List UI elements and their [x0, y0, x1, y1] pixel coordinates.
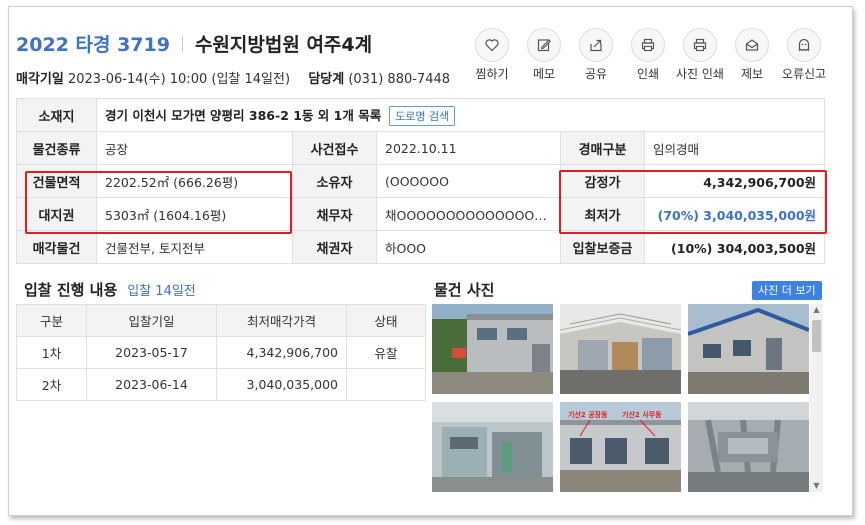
favorite-button[interactable]: 찜하기 — [466, 28, 518, 82]
creditor-label: 채권자 — [292, 230, 377, 264]
photo-print-icon — [693, 38, 707, 52]
mail-icon — [745, 39, 759, 51]
building-area-label: 건물면적 — [16, 164, 97, 198]
case-received-label: 사건접수 — [292, 131, 377, 165]
bid-history-table: 구분 입찰기일 최저매각가격 상태 1차 2023-05-17 4,342,90… — [16, 304, 426, 401]
action-bar: 찜하기 메모 공유 인쇄 사진 인쇄 제보 오류신고 — [466, 28, 830, 82]
bid-date: 2023-06-14 — [86, 368, 217, 401]
sale-item-value: 건물전부, 토지전부 — [96, 230, 293, 264]
bid-status — [346, 368, 426, 401]
bid-round: 1차 — [16, 336, 87, 369]
photo-print-button[interactable]: 사진 인쇄 — [674, 28, 726, 82]
property-photo-3[interactable] — [688, 304, 809, 394]
table-row: 대지권 5303㎡ (1604.16평) 채무자 채OOOOOOOOOOOOOO… — [16, 197, 826, 231]
scroll-up-icon[interactable]: ▲ — [810, 304, 823, 316]
minimum-price-value: (70%) 3,040,035,000원 — [643, 197, 826, 231]
auction-type-value: 임의경매 — [643, 131, 826, 165]
column-header-status: 상태 — [346, 304, 426, 337]
table-header-row: 구분 입찰기일 최저매각가격 상태 — [16, 304, 426, 337]
scroll-down-icon[interactable]: ▼ — [810, 480, 823, 492]
property-type-value: 공장 — [96, 131, 293, 165]
bid-status: 유찰 — [346, 336, 426, 369]
property-type-label: 물건종류 — [16, 131, 97, 165]
table-row: 소재지 경기 이천시 모가면 양평리 386-2 1동 외 1개 목록 도로명 … — [16, 98, 826, 132]
debtor-label: 채무자 — [292, 197, 377, 231]
location-label: 소재지 — [16, 98, 97, 132]
photo-section-title: 물건 사진 — [434, 281, 495, 299]
owner-value: (OOOOOO — [376, 164, 561, 198]
location-value: 경기 이천시 모가면 양평리 386-2 1동 외 1개 목록 — [105, 107, 382, 123]
property-photo-1[interactable] — [432, 304, 553, 394]
share-icon — [590, 39, 602, 52]
road-address-search-button[interactable]: 도로명 검색 — [389, 105, 456, 126]
property-photo-2[interactable] — [560, 304, 681, 394]
share-button[interactable]: 공유 — [570, 28, 622, 82]
bid-progress-title: 입찰 진행 내용 입찰 14일전 — [24, 281, 196, 299]
heart-icon — [485, 39, 499, 52]
dept-label: 담당계 — [308, 72, 345, 87]
photo-scrollbar[interactable]: ▲ ▼ — [810, 304, 823, 492]
sale-item-label: 매각물건 — [16, 230, 97, 264]
report-button[interactable]: 제보 — [726, 28, 778, 82]
bid-price: 4,342,906,700 — [216, 336, 347, 369]
table-row: 건물면적 2202.52㎡ (666.26평) 소유자 (OOOOOO 감정가 … — [16, 164, 826, 198]
bid-deposit-label: 입찰보증금 — [560, 230, 645, 264]
bid-price: 3,040,035,000 — [216, 368, 347, 401]
court-name: 수원지방법원 여주4계 — [194, 34, 373, 56]
column-header-date: 입찰기일 — [86, 304, 217, 337]
error-report-button[interactable]: 오류신고 — [778, 28, 830, 82]
table-row: 1차 2023-05-17 4,342,906,700 유찰 — [16, 336, 426, 369]
title-row: 2022 타경 3719 수원지방법원 여주4계 — [16, 30, 372, 57]
scroll-thumb[interactable] — [812, 320, 821, 352]
property-photo-6[interactable] — [688, 402, 809, 492]
case-number[interactable]: 2022 타경 3719 — [16, 30, 170, 57]
column-header-round: 구분 — [16, 304, 87, 337]
print-button[interactable]: 인쇄 — [622, 28, 674, 82]
dept-phone: (031) 880-7448 — [348, 72, 451, 87]
property-info-table: 소재지 경기 이천시 모가면 양평리 386-2 1동 외 1개 목록 도로명 … — [16, 98, 826, 264]
land-rights-label: 대지권 — [16, 197, 97, 231]
print-icon — [641, 38, 655, 52]
photo-grid: 기산2 공장동 기산2 사무동 — [432, 304, 809, 492]
sale-date-value: 2023-06-14(수) 10:00 (입찰 14일전) — [67, 72, 291, 87]
auction-type-label: 경매구분 — [560, 131, 645, 165]
table-row: 물건종류 공장 사건접수 2022.10.11 경매구분 임의경매 — [16, 131, 826, 165]
photo-label-office: 기산2 사무동 — [622, 410, 662, 419]
property-photo-5[interactable]: 기산2 공장동 기산2 사무동 — [560, 402, 681, 492]
ghost-icon — [798, 38, 810, 52]
column-header-price: 최저매각가격 — [216, 304, 347, 337]
bid-date: 2023-05-17 — [86, 336, 217, 369]
memo-icon — [537, 39, 551, 52]
table-row: 2차 2023-06-14 3,040,035,000 — [16, 368, 426, 401]
bid-countdown: 입찰 14일전 — [127, 284, 196, 299]
memo-button[interactable]: 메모 — [518, 28, 570, 82]
sale-info-row: 매각기일 2023-06-14(수) 10:00 (입찰 14일전) 담당계 (… — [16, 68, 450, 87]
building-area-value: 2202.52㎡ (666.26평) — [96, 164, 293, 198]
bid-round: 2차 — [16, 368, 87, 401]
debtor-value: 채OOOOOOOOOOOOOOOOO — [376, 197, 561, 231]
location-cell: 경기 이천시 모가면 양평리 386-2 1동 외 1개 목록 도로명 검색 — [95, 98, 826, 132]
minimum-price-label: 최저가 — [560, 197, 645, 231]
table-row: 매각물건 건물전부, 토지전부 채권자 하OOO 입찰보증금 (10%) 304… — [16, 230, 826, 264]
appraisal-value: 4,342,906,700원 — [643, 164, 826, 198]
land-rights-value: 5303㎡ (1604.16평) — [96, 197, 293, 231]
more-photos-button[interactable]: 사진 더 보기 — [752, 281, 822, 300]
property-photo-4[interactable] — [432, 402, 553, 492]
bid-deposit-value: (10%) 304,003,500원 — [643, 230, 826, 264]
case-received-value: 2022.10.11 — [376, 131, 561, 165]
creditor-value: 하OOO — [376, 230, 561, 264]
sale-date-label: 매각기일 — [16, 72, 64, 87]
appraisal-label: 감정가 — [560, 164, 645, 198]
photo-label-factory: 기산2 공장동 — [568, 410, 608, 419]
title-divider — [181, 35, 183, 52]
owner-label: 소유자 — [292, 164, 377, 198]
